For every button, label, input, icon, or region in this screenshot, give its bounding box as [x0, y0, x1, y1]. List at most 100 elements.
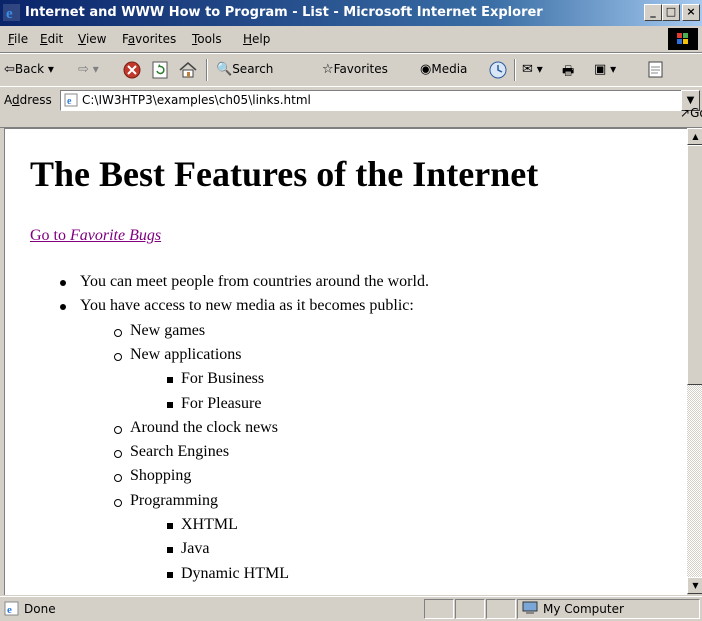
media-button[interactable]: ◉Media — [420, 62, 467, 77]
menu-help[interactable]: Help — [243, 32, 270, 46]
chevron-down-icon: ▾ — [610, 62, 617, 76]
address-input[interactable]: e C:\IW3HTP3\examples\ch05\links.html — [60, 90, 684, 111]
stop-icon[interactable] — [122, 60, 142, 80]
word-edit-icon: ▣ — [594, 62, 607, 77]
edit-button[interactable]: ▣ ▾ — [594, 62, 616, 77]
svg-text:e: e — [6, 6, 13, 21]
status-text: Done — [24, 602, 56, 616]
my-computer-icon — [522, 601, 538, 614]
list-item: Search Engines — [130, 443, 230, 460]
status-pane — [455, 599, 485, 619]
toolbar-separator — [206, 59, 208, 81]
svg-text:e: e — [67, 96, 72, 107]
address-bar: Address e C:\IW3HTP3\examples\ch05\links… — [0, 86, 702, 128]
favorites-star-icon: ☆ — [322, 62, 334, 77]
title-bar[interactable]: e Internet and WWW How to Program - List… — [0, 0, 702, 26]
list-item: New games — [130, 322, 206, 339]
chevron-down-icon: ▼ — [686, 95, 695, 106]
list-item: New applications — [130, 346, 242, 363]
print-button[interactable]: 🖶 — [562, 62, 574, 84]
mail-button[interactable]: ✉ ▾ — [522, 62, 543, 77]
chevron-down-icon: ▾ — [92, 62, 99, 76]
list-item: You have access to new media as it becom… — [80, 297, 414, 314]
favorite-bugs-link[interactable]: Go to Favorite Bugs — [30, 227, 161, 245]
circle-bullet-icon — [114, 329, 122, 337]
square-bullet-icon — [167, 402, 173, 408]
menu-file[interactable]: File — [8, 32, 28, 46]
circle-bullet-icon — [114, 353, 122, 361]
minimize-button[interactable]: _ — [644, 4, 662, 21]
search-icon: 🔍 — [216, 62, 233, 77]
search-button[interactable]: 🔍Search — [216, 62, 273, 77]
favorites-button[interactable]: ☆Favorites — [322, 62, 388, 77]
circle-bullet-icon — [114, 474, 122, 482]
go-button[interactable]: ↗Go — [680, 106, 702, 120]
square-bullet-icon — [167, 523, 173, 529]
menu-favorites[interactable]: Favorites — [122, 32, 176, 46]
ie-logo-icon: e — [3, 4, 20, 21]
square-bullet-icon — [167, 377, 173, 383]
forward-arrow-icon: ⇨ — [78, 62, 89, 77]
mail-icon: ✉ — [522, 62, 533, 77]
scroll-thumb[interactable] — [687, 145, 702, 385]
list-item: For Business — [181, 370, 265, 387]
menu-view[interactable]: View — [78, 32, 106, 46]
history-icon[interactable] — [488, 60, 508, 80]
list-item: For Pleasure — [181, 395, 262, 412]
status-pane — [486, 599, 516, 619]
page-icon: e — [64, 93, 78, 107]
printer-icon: 🖶 — [562, 64, 575, 79]
list-item: XHTML — [181, 516, 238, 533]
arrow-up-icon: ▲ — [692, 132, 699, 141]
media-icon: ◉ — [420, 62, 432, 77]
toolbar-separator — [514, 59, 516, 81]
go-arrow-icon: ↗ — [680, 106, 691, 120]
list-item: Shopping — [130, 467, 192, 484]
status-bar: e Done My Computer — [0, 596, 702, 621]
chevron-down-icon: ▾ — [536, 62, 543, 76]
arrow-down-icon: ▼ — [692, 581, 699, 590]
address-value: C:\IW3HTP3\examples\ch05\links.html — [82, 93, 311, 107]
list-item: Around the clock news — [130, 419, 278, 436]
page-content: The Best Features of the Internet Go to … — [4, 128, 687, 595]
status-pane — [424, 599, 454, 619]
minimize-icon: _ — [650, 5, 656, 18]
chevron-down-icon: ▾ — [47, 62, 54, 76]
forward-button[interactable]: ⇨ ▾ — [78, 62, 99, 77]
standard-toolbar: ⇦Back ▾ ⇨ ▾ 🔍Search ☆Favorites ◉Media ✉ … — [0, 53, 702, 87]
square-bullet-icon — [167, 547, 173, 553]
close-button[interactable]: × — [682, 4, 700, 21]
maximize-icon: □ — [665, 5, 677, 18]
discuss-icon[interactable] — [648, 61, 664, 79]
menu-edit[interactable]: Edit — [40, 32, 63, 46]
menu-bar: File Edit View Favorites Tools Help — [0, 26, 702, 53]
scroll-down-button[interactable]: ▼ — [687, 577, 702, 594]
close-icon: × — [686, 5, 696, 18]
back-button[interactable]: ⇦Back ▾ — [4, 62, 54, 77]
maximize-button[interactable]: □ — [662, 4, 680, 21]
disc-bullet-icon — [60, 304, 66, 310]
vertical-scrollbar[interactable]: ▲ ▼ — [687, 128, 702, 594]
refresh-icon[interactable] — [150, 60, 170, 80]
list-item: Java — [181, 540, 210, 557]
list-item: Programming — [130, 492, 218, 509]
disc-bullet-icon — [60, 280, 66, 286]
browser-window: e Internet and WWW How to Program - List… — [0, 0, 702, 620]
circle-bullet-icon — [114, 499, 122, 507]
circle-bullet-icon — [114, 450, 122, 458]
circle-bullet-icon — [114, 426, 122, 434]
back-arrow-icon: ⇦ — [4, 62, 15, 77]
list-item: Dynamic HTML — [181, 565, 289, 582]
windows-logo-throbber — [668, 28, 698, 50]
page-done-icon: e — [4, 601, 19, 616]
security-zone-text: My Computer — [543, 602, 624, 616]
svg-text:e: e — [7, 604, 12, 616]
window-title: Internet and WWW How to Program - List -… — [25, 5, 543, 20]
page-heading: The Best Features of the Internet — [30, 154, 539, 194]
scroll-up-button[interactable]: ▲ — [687, 128, 702, 145]
address-label: Address — [4, 93, 52, 107]
home-icon[interactable] — [178, 60, 198, 80]
menu-tools[interactable]: Tools — [192, 32, 222, 46]
square-bullet-icon — [167, 572, 173, 578]
list-item: You can meet people from countries aroun… — [80, 273, 429, 290]
